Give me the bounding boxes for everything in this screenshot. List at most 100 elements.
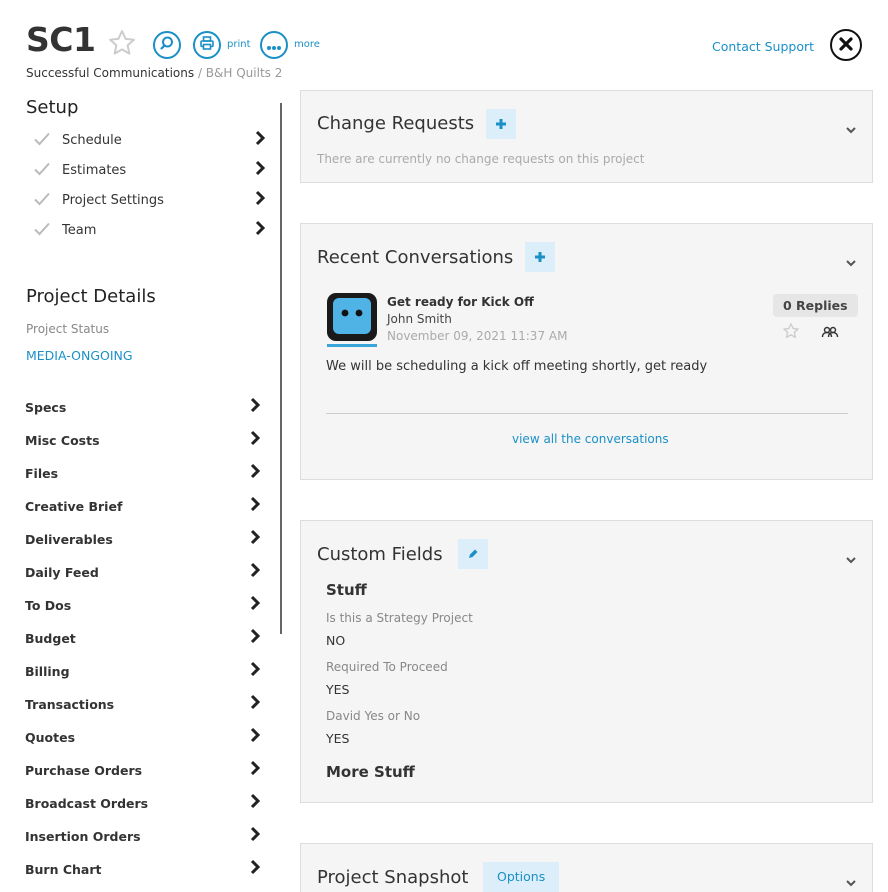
change-requests-title: Change Requests [317, 113, 475, 134]
project-title: SC1 [26, 20, 96, 59]
chevron-right-icon [254, 220, 266, 240]
more-link[interactable]: more [294, 39, 320, 50]
setup-item-label: Schedule [62, 132, 122, 148]
chevron-right-icon [249, 562, 261, 582]
replies-badge[interactable]: 0 Replies [773, 294, 858, 317]
breadcrumb-project[interactable]: B&H Quilts 2 [206, 66, 283, 80]
options-button[interactable]: Options [483, 862, 560, 892]
field-value: YES [326, 731, 350, 746]
collapse-button[interactable] [845, 252, 857, 271]
collapse-button[interactable] [845, 119, 857, 138]
field-label: Is this a Strategy Project [326, 611, 473, 625]
field-group-heading: Stuff [326, 581, 367, 599]
field-group-heading: More Stuff [326, 763, 415, 781]
sidebar-scrollbar[interactable] [280, 103, 282, 634]
nav-item-budget[interactable]: Budget [25, 627, 261, 649]
breadcrumb-client[interactable]: Successful Communications [26, 66, 194, 80]
checkmark-icon [34, 161, 54, 180]
checkmark-icon [34, 221, 54, 240]
chevron-down-icon [845, 549, 857, 568]
nav-item-label: Burn Chart [25, 861, 102, 877]
nav-item-label: Specs [25, 399, 67, 415]
chevron-down-icon [845, 872, 857, 891]
contact-support-link[interactable]: Contact Support [712, 39, 814, 54]
nav-item-deliverables[interactable]: Deliverables [25, 528, 261, 550]
chevron-right-icon [254, 130, 266, 150]
setup-item-estimates[interactable]: Estimates [34, 158, 266, 182]
nav-item-label: Budget [25, 630, 76, 646]
nav-item-creative-brief[interactable]: Creative Brief [25, 495, 261, 517]
nav-item-transactions[interactable]: Transactions [25, 693, 261, 715]
chevron-right-icon [249, 859, 261, 879]
nav-item-to-dos[interactable]: To Dos [25, 594, 261, 616]
field-value: YES [326, 682, 350, 697]
nav-item-files[interactable]: Files [25, 462, 261, 484]
add-conversation-button[interactable] [525, 242, 555, 272]
setup-heading: Setup [26, 97, 79, 118]
nav-item-billing[interactable]: Billing [25, 660, 261, 682]
chevron-right-icon [254, 190, 266, 210]
conversations-title: Recent Conversations [317, 247, 514, 268]
chevron-down-icon [845, 252, 857, 271]
nav-item-label: Deliverables [25, 531, 113, 547]
nav-item-label: Files [25, 465, 59, 481]
project-details-heading: Project Details [26, 286, 156, 307]
project-status-value[interactable]: MEDIA-ONGOING [26, 348, 133, 363]
setup-item-team[interactable]: Team [34, 218, 266, 242]
collapse-button[interactable] [845, 549, 857, 568]
field-label: David Yes or No [326, 709, 421, 723]
nav-item-quotes[interactable]: Quotes [25, 726, 261, 748]
conversations-panel: Recent Conversations Get ready for Kick … [300, 223, 873, 480]
nav-item-specs[interactable]: Specs [25, 396, 261, 418]
collapse-button[interactable] [845, 872, 857, 891]
printer-icon [199, 35, 215, 55]
star-icon[interactable] [782, 322, 800, 344]
chevron-right-icon [249, 727, 261, 747]
add-change-request-button[interactable] [486, 109, 516, 139]
participants-icon[interactable] [821, 323, 839, 342]
breadcrumb: Successful Communications / B&H Quilts 2 [26, 66, 282, 80]
chevron-right-icon [249, 397, 261, 417]
project-snapshot-title: Project Snapshot [317, 867, 469, 888]
nav-item-daily-feed[interactable]: Daily Feed [25, 561, 261, 583]
chevron-right-icon [249, 430, 261, 450]
nav-item-broadcast-orders[interactable]: Broadcast Orders [25, 792, 261, 814]
setup-item-project-settings[interactable]: Project Settings [34, 188, 266, 212]
nav-item-misc-costs[interactable]: Misc Costs [25, 429, 261, 451]
nav-item-label: Billing [25, 663, 70, 679]
search-icon [159, 35, 175, 55]
more-button[interactable] [260, 31, 288, 59]
nav-item-insertion-orders[interactable]: Insertion Orders [25, 825, 261, 847]
nav-item-burn-chart[interactable]: Burn Chart [25, 858, 261, 880]
chevron-down-icon [845, 119, 857, 138]
avatar [326, 292, 378, 348]
setup-item-schedule[interactable]: Schedule [34, 128, 266, 152]
conversation-body: We will be scheduling a kick off meeting… [326, 359, 708, 374]
change-requests-empty-message: There are currently no change requests o… [317, 152, 645, 166]
nav-item-purchase-orders[interactable]: Purchase Orders [25, 759, 261, 781]
edit-custom-fields-button[interactable] [458, 539, 488, 569]
project-status-label: Project Status [26, 322, 110, 336]
chevron-right-icon [249, 529, 261, 549]
nav-item-label: Creative Brief [25, 498, 123, 514]
conversation-subject[interactable]: Get ready for Kick Off [387, 295, 534, 309]
chevron-right-icon [249, 496, 261, 516]
view-all-conversations-link[interactable]: view all the conversations [512, 432, 669, 446]
print-button[interactable] [193, 31, 221, 59]
nav-item-label: Transactions [25, 696, 115, 712]
close-button[interactable] [830, 29, 862, 61]
custom-fields-panel: Custom Fields Stuff Is this a Strategy P… [300, 520, 873, 803]
ellipsis-icon [266, 36, 282, 55]
custom-fields-title: Custom Fields [317, 544, 443, 565]
chevron-right-icon [249, 760, 261, 780]
chevron-right-icon [254, 160, 266, 180]
star-icon[interactable] [107, 28, 137, 58]
nav-item-label: To Dos [25, 597, 72, 613]
print-link[interactable]: print [227, 39, 251, 50]
divider [326, 413, 848, 414]
change-requests-panel: Change Requests There are currently no c… [300, 90, 873, 183]
pencil-icon [467, 545, 479, 564]
chevron-right-icon [249, 595, 261, 615]
setup-item-label: Team [62, 222, 97, 238]
search-button[interactable] [153, 31, 181, 59]
